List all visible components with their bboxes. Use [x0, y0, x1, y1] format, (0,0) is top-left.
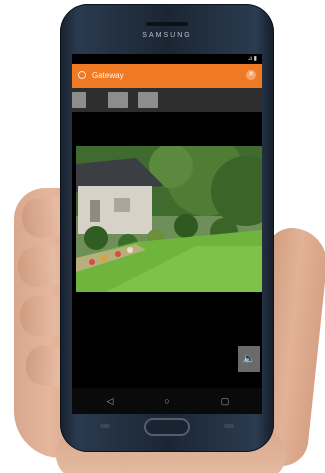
speaker-icon[interactable]: 🔈	[238, 346, 260, 372]
phone-screen: ⊿▮ Gateway ✕ 🔈 ◁ ○ ▢	[72, 54, 262, 414]
app-title: Gateway	[92, 71, 124, 80]
earpiece	[146, 22, 188, 26]
record-icon[interactable]	[138, 92, 158, 108]
recent-apps-icon[interactable]: ▢	[217, 394, 233, 408]
app-logo-icon	[78, 71, 86, 79]
app-header: Gateway ✕	[72, 64, 262, 88]
hardware-back-key[interactable]	[224, 424, 234, 428]
home-icon[interactable]: ○	[159, 394, 175, 408]
hardware-recent-key[interactable]	[100, 424, 110, 428]
status-bar: ⊿▮	[72, 54, 262, 64]
hardware-home-button[interactable]	[144, 418, 190, 436]
camera-toolbar	[72, 88, 262, 112]
brand-logo: SAMSUNG	[142, 32, 192, 39]
android-nav-bar: ◁ ○ ▢	[72, 388, 262, 414]
status-icons: ⊿▮	[247, 56, 258, 62]
close-icon[interactable]: ✕	[246, 70, 256, 80]
product-photo: SAMSUNG ⊿▮ Gateway ✕ 🔈 ◁ ○ ▢	[0, 0, 325, 473]
back-icon[interactable]: ◁	[102, 394, 118, 408]
smartphone: SAMSUNG ⊿▮ Gateway ✕ 🔈 ◁ ○ ▢	[60, 4, 274, 452]
snapshot-icon[interactable]	[108, 92, 128, 108]
camera-icon[interactable]	[72, 92, 86, 108]
camera-video-feed[interactable]	[76, 146, 262, 292]
garden-image	[76, 146, 262, 292]
